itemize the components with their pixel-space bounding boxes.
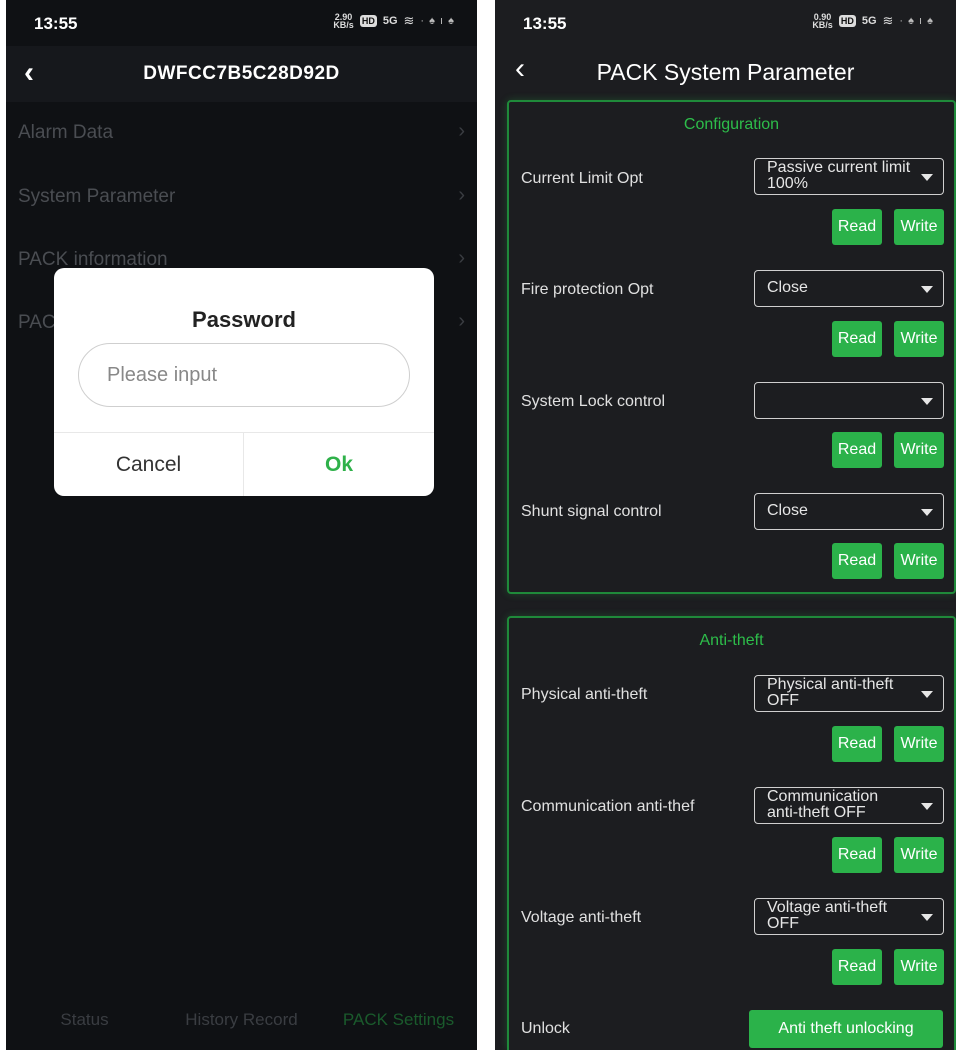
read-button[interactable]: Read [832,432,882,468]
read-button[interactable]: Read [832,837,882,873]
chevron-right-icon: › [458,120,465,142]
page-title: PACK System Parameter [596,59,855,85]
notification-icons: · ♠ ı ♠ [899,15,934,27]
chevron-right-icon: › [458,247,465,269]
network-speed: 0.90 KB/s [812,12,833,30]
wifi-icon: ≋ [403,13,415,28]
status-bar: 13:55 2.90 KB/s HD 5G ≋ · ♠ ı ♠ [6,0,477,46]
caret-down-icon [921,509,933,516]
read-button[interactable]: Read [832,949,882,985]
physical-anti-theft-dropdown[interactable]: Physical anti-theft OFF [754,675,944,712]
dropdown-value: Close [767,502,808,519]
caret-down-icon [921,803,933,810]
tab-pack-settings[interactable]: PACK Settings [320,994,477,1050]
caret-down-icon [921,286,933,293]
read-button[interactable]: Read [832,209,882,245]
write-button[interactable]: Write [894,543,944,579]
status-icons: 2.90 KB/s HD 5G ≋ · ♠ ı ♠ [333,12,455,30]
param-label: Communication anti-thef [521,798,695,815]
communication-anti-theft-dropdown[interactable]: Communication anti-theft OFF [754,787,944,824]
write-button[interactable]: Write [894,432,944,468]
read-button[interactable]: Read [832,543,882,579]
caret-down-icon [921,398,933,405]
fire-protection-dropdown[interactable]: Close [754,270,944,307]
notification-icons: · ♠ ı ♠ [420,15,455,27]
status-bar: 13:55 0.90 KB/s HD 5G ≋ · ♠ ı ♠ [495,0,956,46]
cancel-button[interactable]: Cancel [54,433,244,496]
anti-theft-panel: Anti-theft Physical anti-theft Physical … [507,616,956,1050]
status-time: 13:55 [523,14,567,33]
password-input[interactable] [78,343,410,407]
dialog-title: Password [192,307,296,332]
dropdown-value: Close [767,279,808,296]
password-dialog: Password Cancel Ok [54,268,434,496]
chevron-right-icon: › [458,184,465,206]
dropdown-value: Communication anti-theft OFF [767,788,879,821]
read-button[interactable]: Read [832,321,882,357]
section-title: Configuration [683,116,780,133]
ok-button[interactable]: Ok [244,433,434,496]
menu-item-system-parameter[interactable]: System Parameter › [6,166,477,226]
shunt-signal-dropdown[interactable]: Close [754,493,944,530]
status-icons: 0.90 KB/s HD 5G ≋ · ♠ ı ♠ [812,12,934,30]
tab-status[interactable]: Status [6,994,163,1050]
write-button[interactable]: Write [894,726,944,762]
menu-item-label: PAC [18,312,56,333]
write-button[interactable]: Write [894,321,944,357]
menu-item-alarm-data[interactable]: Alarm Data › [6,102,477,162]
signal-icon: 5G [861,15,877,27]
dropdown-value: Voltage anti-theft OFF [767,899,888,932]
caret-down-icon [921,914,933,921]
param-label: Shunt signal control [521,503,662,520]
read-button[interactable]: Read [832,726,882,762]
right-phone-screen: 13:55 0.90 KB/s HD 5G ≋ · ♠ ı ♠ ‹ PACK S… [495,0,956,1050]
system-lock-dropdown[interactable] [754,382,944,419]
dropdown-value: Passive current limit 100% [767,159,911,192]
param-label: Physical anti-theft [521,686,648,703]
configuration-panel: Configuration Current Limit Opt Passive … [507,100,956,594]
param-label: Voltage anti-theft [521,909,642,926]
caret-down-icon [921,691,933,698]
write-button[interactable]: Write [894,209,944,245]
menu-item-label: Alarm Data [18,122,114,143]
current-limit-dropdown[interactable]: Passive current limit 100% [754,158,944,195]
dropdown-value: Physical anti-theft OFF [767,676,894,709]
hd-icon: HD [838,15,856,27]
status-time: 13:55 [34,14,78,33]
network-speed: 2.90 KB/s [333,12,354,30]
param-label: System Lock control [521,393,666,410]
param-label: Current Limit Opt [521,170,643,187]
chevron-right-icon: › [458,310,465,332]
page-title: DWFCC7B5C28D92D [143,63,340,84]
signal-icon: 5G [382,15,398,27]
anti-theft-unlock-button[interactable]: Anti theft unlocking [749,1010,943,1048]
bottom-nav: Status History Record PACK Settings [6,994,477,1050]
section-title: Anti-theft [699,632,764,649]
hd-icon: HD [359,15,377,27]
menu-item-label: System Parameter [18,186,176,207]
write-button[interactable]: Write [894,949,944,985]
caret-down-icon [921,174,933,181]
param-label: Fire protection Opt [521,281,654,298]
left-phone-screen: 13:55 2.90 KB/s HD 5G ≋ · ♠ ı ♠ ‹ DWFCC7… [6,0,477,1050]
wifi-icon: ≋ [882,13,894,28]
voltage-anti-theft-dropdown[interactable]: Voltage anti-theft OFF [754,898,944,935]
unlock-label: Unlock [521,1020,570,1037]
tab-history-record[interactable]: History Record [163,994,320,1050]
write-button[interactable]: Write [894,837,944,873]
app-bar: ‹ DWFCC7B5C28D92D [6,46,477,102]
app-bar: ‹ PACK System Parameter [495,46,956,98]
